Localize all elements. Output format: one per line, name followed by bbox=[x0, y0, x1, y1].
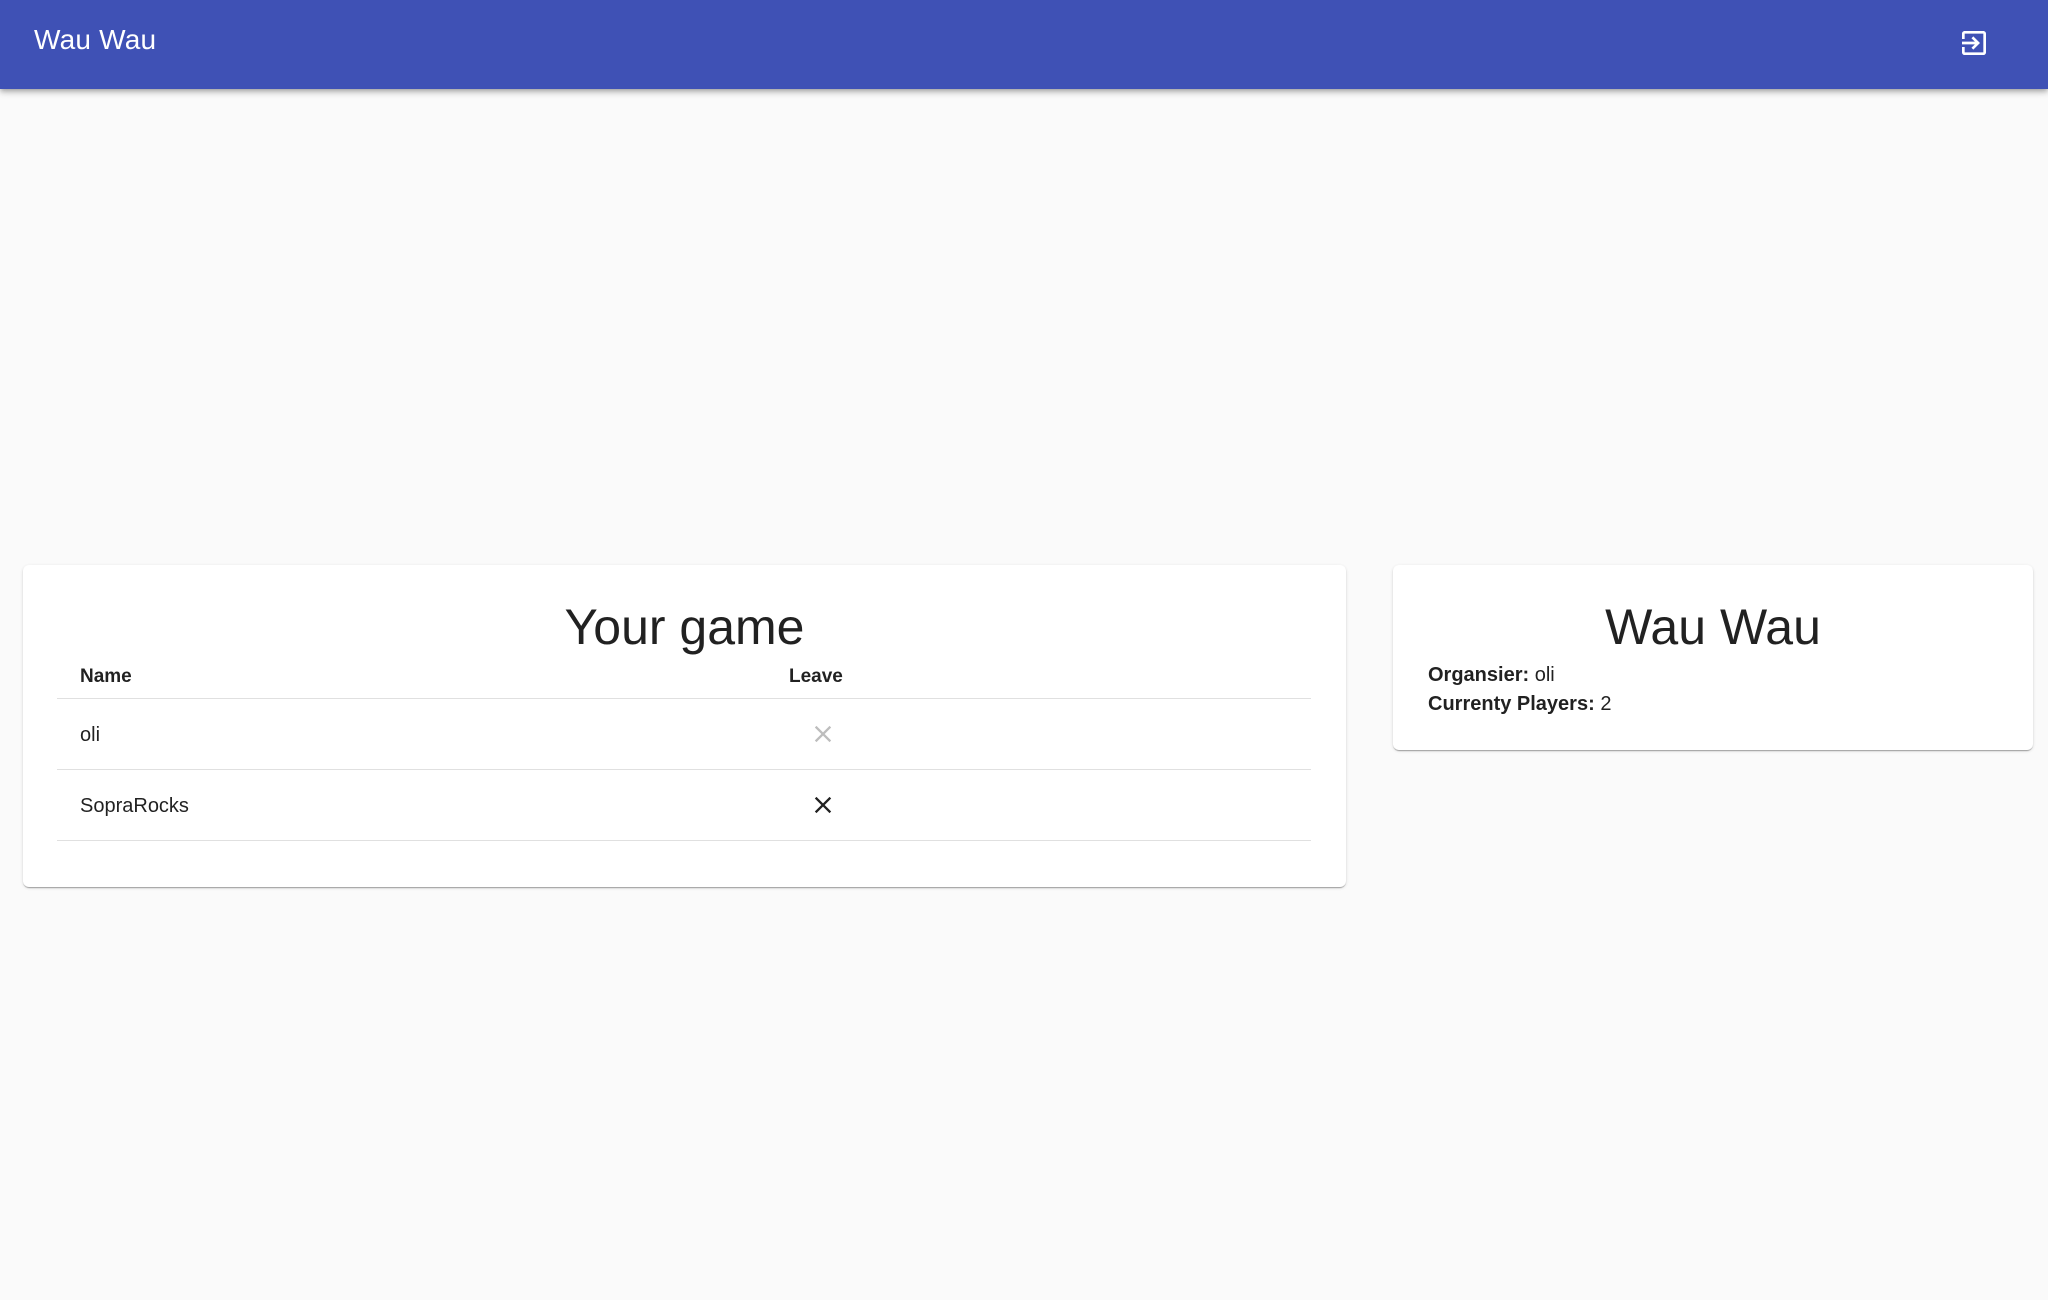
table-row: SopraRocks bbox=[57, 770, 1311, 841]
column-header-name: Name bbox=[80, 666, 132, 687]
logout-button[interactable] bbox=[1946, 18, 2002, 68]
game-info-title: Wau Wau bbox=[1605, 599, 1821, 655]
organiser-value: oli bbox=[1534, 664, 1555, 686]
players-line: Currenty Players: 2 bbox=[1428, 690, 1611, 719]
close-icon bbox=[814, 725, 832, 743]
app-title: Wau Wau bbox=[34, 24, 157, 55]
players-table: Name Leave oli SopraRocks bbox=[57, 662, 1311, 841]
leave-button-disabled bbox=[805, 716, 841, 752]
table-row: oli bbox=[57, 699, 1311, 770]
players-label: Currenty Players: bbox=[1428, 693, 1595, 715]
leave-button[interactable] bbox=[805, 787, 841, 823]
player-name: oli bbox=[80, 724, 101, 746]
game-info-details: Organsier: oli Currenty Players: 2 bbox=[1428, 661, 1611, 719]
app-bar: Wau Wau bbox=[0, 0, 2048, 89]
column-header-leave: Leave bbox=[789, 666, 843, 687]
table-header: Name Leave bbox=[57, 662, 1311, 699]
your-game-card: Your game Name Leave oli SopraRocks bbox=[23, 565, 1346, 887]
organiser-label: Organsier: bbox=[1428, 664, 1530, 686]
game-info-card: Wau Wau Organsier: oli Currenty Players:… bbox=[1393, 565, 2033, 750]
your-game-title: Your game bbox=[564, 599, 805, 655]
exit-to-app-icon bbox=[1962, 31, 1986, 55]
players-value: 2 bbox=[1600, 693, 1612, 715]
organiser-line: Organsier: oli bbox=[1428, 661, 1611, 690]
player-name: SopraRocks bbox=[80, 795, 189, 817]
close-icon bbox=[814, 796, 832, 814]
